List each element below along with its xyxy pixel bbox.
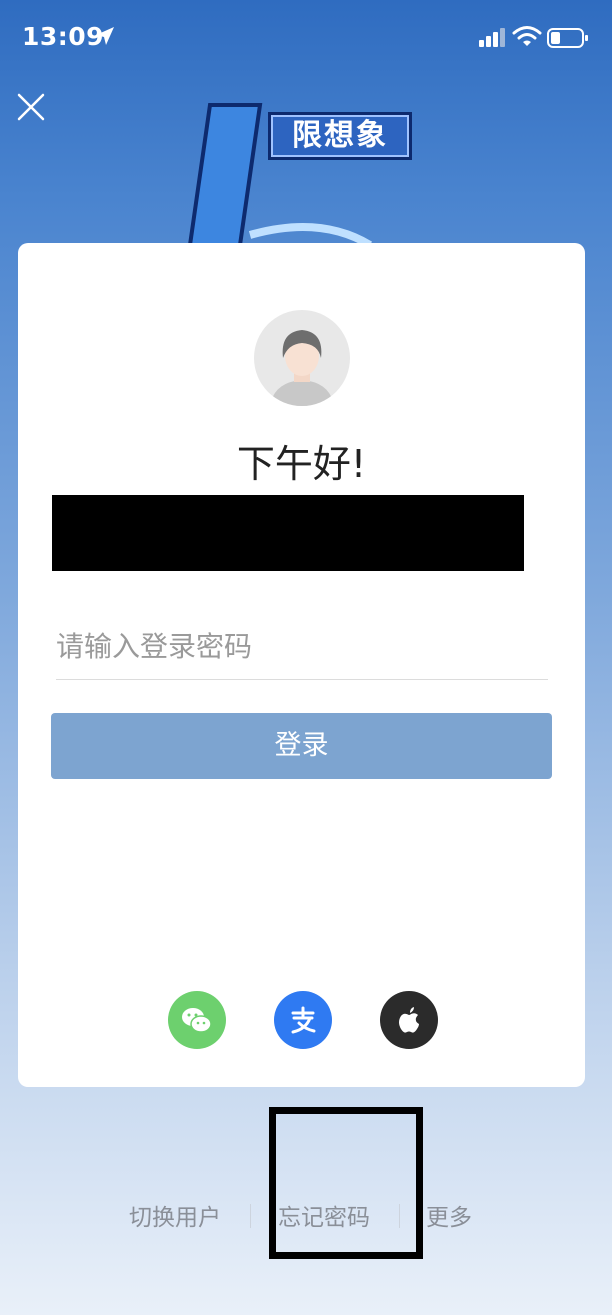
status-time: 13:09 xyxy=(22,22,105,51)
redacted-account xyxy=(52,495,524,571)
close-icon[interactable] xyxy=(16,92,46,122)
switch-user-link[interactable]: 切换用户 xyxy=(129,1198,221,1232)
signal-icon xyxy=(479,28,505,47)
apple-login-button[interactable] xyxy=(380,991,438,1049)
location-arrow-icon xyxy=(96,27,114,45)
apple-icon xyxy=(399,1007,419,1033)
wechat-icon xyxy=(182,1008,212,1033)
highlight-annotation-box xyxy=(269,1107,423,1259)
login-card: 下午好! 登录 xyxy=(18,243,585,1087)
alipay-icon xyxy=(291,1006,316,1034)
wifi-icon xyxy=(512,26,542,46)
wechat-login-button[interactable] xyxy=(168,991,226,1049)
avatar xyxy=(254,310,350,406)
login-button[interactable]: 登录 xyxy=(51,713,552,779)
alipay-login-button[interactable] xyxy=(274,991,332,1049)
divider xyxy=(250,1204,251,1228)
password-input[interactable] xyxy=(56,613,548,680)
battery-icon xyxy=(547,28,588,48)
greeting-text: 下午好! xyxy=(236,442,367,486)
more-link[interactable]: 更多 xyxy=(426,1198,472,1232)
status-bar: 13:09 xyxy=(0,0,612,80)
user-avatar-icon xyxy=(254,310,350,406)
banner-text: 限想象 xyxy=(268,112,412,160)
